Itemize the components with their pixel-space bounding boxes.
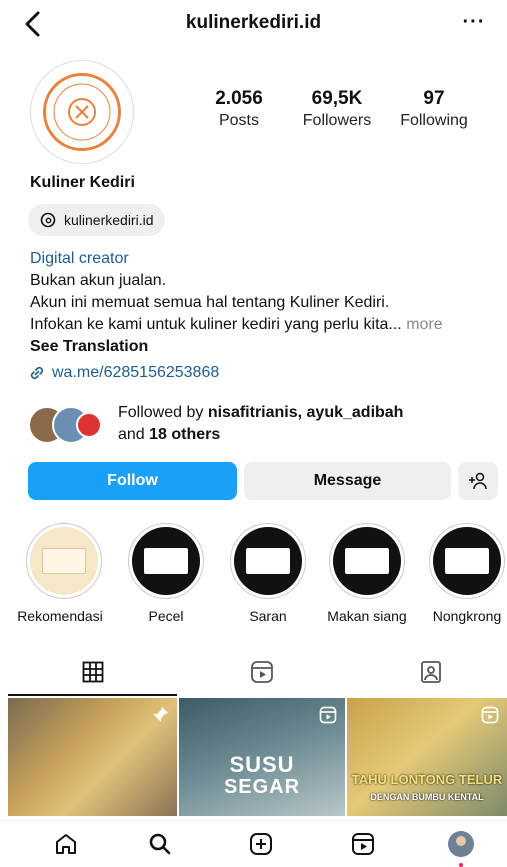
mutual-followers-avatars[interactable] <box>28 404 108 444</box>
add-user-button[interactable] <box>458 462 498 500</box>
reels-icon <box>481 706 499 724</box>
tab-reels[interactable] <box>177 650 346 694</box>
display-name: Kuliner Kediri <box>30 174 135 191</box>
search-icon <box>149 833 171 855</box>
add-user-icon <box>469 472 487 490</box>
home-icon <box>56 834 76 854</box>
tab-grid[interactable] <box>8 650 177 694</box>
highlight-card <box>144 548 188 574</box>
highlight-card <box>246 548 290 574</box>
logo-ring <box>43 73 121 151</box>
highlight-rekomendasi[interactable]: Rekomendasi <box>17 523 104 624</box>
avatar <box>76 412 102 438</box>
notification-dot <box>459 863 463 867</box>
active-tab-indicator <box>8 694 177 696</box>
followed-by-text[interactable]: Followed by nisafitrianis, ayuk_adibah a… <box>118 402 403 446</box>
highlight-card <box>345 548 389 574</box>
highlight-label: Rekomendasi <box>17 608 103 624</box>
bio-line: Bukan akun jualan. <box>30 272 167 289</box>
highlight-label: Makan siang <box>327 608 407 624</box>
bio-more-link[interactable]: more <box>402 316 442 333</box>
external-link[interactable]: wa.me/6285156253868 <box>28 364 219 382</box>
grid-post[interactable] <box>8 698 177 816</box>
highlight-cover <box>333 527 401 595</box>
highlight-ring <box>26 523 102 599</box>
grid-post[interactable]: SUSU SEGAR <box>179 698 345 816</box>
profile-avatar[interactable] <box>30 60 134 164</box>
posts-count: 2.056 <box>215 88 263 109</box>
nav-profile[interactable] <box>444 827 478 867</box>
bio-line: Infokan ke kami untuk kuliner kediri yan… <box>30 316 402 333</box>
bio: Digital creator Bukan akun jualan. Akun … <box>30 248 500 358</box>
followed-by-names: nisafitrianis, ayuk_adibah <box>207 404 404 421</box>
followed-by-and: and <box>118 426 150 443</box>
posts-label: Posts <box>218 112 259 129</box>
highlight-label: Pecel <box>148 608 184 624</box>
reels-icon <box>250 661 273 683</box>
post-overlay-subtitle: DENGAN BUMBU KENTAL <box>370 792 484 802</box>
nav-create[interactable] <box>244 827 278 861</box>
reels-icon <box>319 706 337 724</box>
profile-tabs <box>0 650 507 696</box>
see-translation-link[interactable]: See Translation <box>30 336 500 358</box>
followed-by-prefix: Followed by <box>118 404 208 421</box>
more-horizontal-icon[interactable]: ··· <box>459 10 489 34</box>
grid-post[interactable]: TAHU LONTONG TELUR DENGAN BUMBU KENTAL <box>347 698 507 816</box>
reels-icon <box>352 833 374 855</box>
highlight-ring <box>128 523 204 599</box>
highlight-ring <box>329 523 405 599</box>
followers-count: 69,5K <box>311 88 363 109</box>
highlight-pecel[interactable]: Pecel <box>126 523 206 624</box>
profile-avatar <box>448 831 474 857</box>
followers-label: Followers <box>302 112 372 129</box>
highlight-makan-siang[interactable]: Makan siang <box>327 523 407 624</box>
profile-username: kulinerkediri.id <box>185 12 322 33</box>
threads-handle: kulinerkediri.id <box>64 212 154 228</box>
post-overlay-title: TAHU LONTONG TELUR <box>351 772 503 787</box>
followers-stat[interactable]: 69,5K Followers <box>292 88 382 130</box>
pin-icon <box>153 707 168 722</box>
following-count: 97 <box>423 88 445 109</box>
highlight-label: Saran <box>249 608 287 624</box>
highlight-saran[interactable]: Saran <box>228 523 308 624</box>
post-overlay-subtitle: SEGAR <box>223 776 301 798</box>
tab-tagged[interactable] <box>346 650 507 694</box>
highlight-cover <box>234 527 302 595</box>
highlight-label: Nongkrong <box>432 608 502 624</box>
message-button[interactable]: Message <box>244 462 451 500</box>
following-label: Following <box>400 112 468 129</box>
nav-search[interactable] <box>143 827 177 861</box>
highlight-cover <box>132 527 200 595</box>
highlight-cover <box>30 527 98 595</box>
highlight-ring <box>230 523 306 599</box>
posts-stat: 2.056 Posts <box>205 88 273 130</box>
category-label: Digital creator <box>30 250 129 267</box>
threads-icon <box>40 212 56 228</box>
nav-reels[interactable] <box>346 827 380 861</box>
following-stat[interactable]: 97 Following <box>392 88 476 130</box>
posts-grid: SUSU SEGAR TAHU LONTONG TELUR DENGAN BUM… <box>8 698 507 816</box>
grid-icon <box>82 661 103 683</box>
bio-line: Akun ini memuat semua hal tentang Kuline… <box>30 294 390 311</box>
create-icon <box>250 833 272 855</box>
link-icon <box>30 366 44 380</box>
bottom-nav <box>0 820 507 867</box>
link-text: wa.me/6285156253868 <box>52 364 220 381</box>
highlight-card <box>445 548 489 574</box>
highlight-cover <box>433 527 501 595</box>
nav-home[interactable] <box>49 827 83 861</box>
follow-button[interactable]: Follow <box>28 462 237 500</box>
bio-line-truncated: Infokan ke kami untuk kuliner kediri yan… <box>30 314 500 336</box>
highlight-ring <box>429 523 505 599</box>
followed-by-others: 18 others <box>149 426 221 443</box>
threads-chip[interactable]: kulinerkediri.id <box>28 204 166 236</box>
tagged-icon <box>420 661 441 683</box>
highlight-nongkrong[interactable]: Nongkrong <box>427 523 507 624</box>
fork-spoon-logo-icon <box>53 83 111 141</box>
post-overlay-title: SUSU <box>229 752 295 777</box>
